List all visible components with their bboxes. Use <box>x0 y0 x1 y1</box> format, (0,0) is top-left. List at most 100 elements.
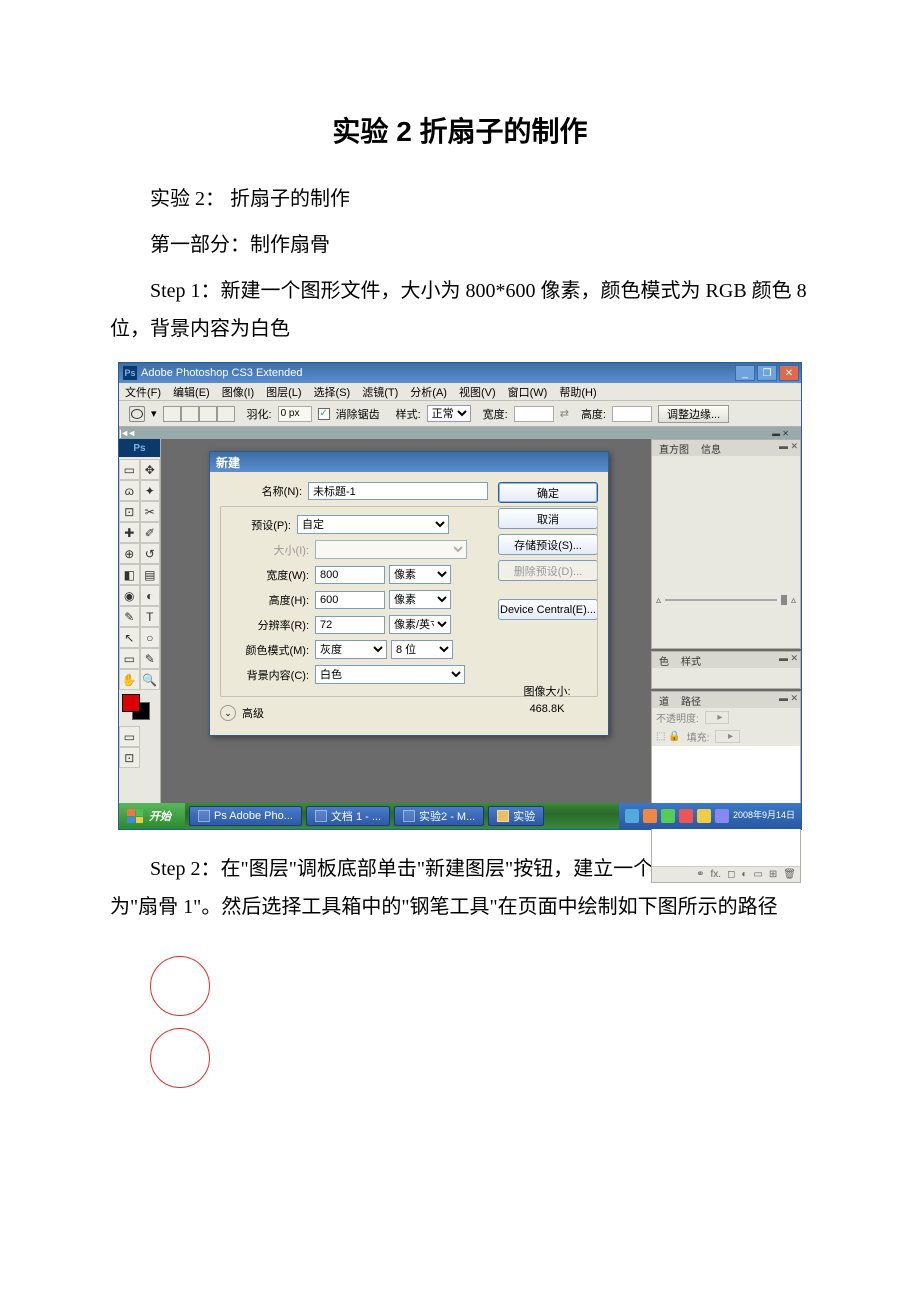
maximize-button[interactable]: ❐ <box>757 365 777 381</box>
taskbar-item-doc2[interactable]: 实验2 - M... <box>394 806 484 826</box>
menu-view[interactable]: 视图(V) <box>459 384 496 400</box>
crop-tool-icon[interactable]: ⊡ <box>119 501 140 522</box>
heal-tool-icon[interactable]: ✚ <box>119 522 140 543</box>
tab-channels[interactable]: 道 <box>656 693 672 708</box>
height-unit-select[interactable]: 像素 <box>389 590 451 609</box>
eraser-tool-icon[interactable]: ◧ <box>119 564 140 585</box>
menu-image[interactable]: 图像(I) <box>222 384 254 400</box>
eyedropper-icon[interactable]: ✎ <box>140 648 161 669</box>
path-tool-icon[interactable]: ↖ <box>119 627 140 648</box>
gradient-tool-icon[interactable]: ▤ <box>140 564 161 585</box>
tab-color[interactable]: 色 <box>656 653 672 668</box>
ok-button[interactable]: 确定 <box>498 482 598 503</box>
menu-file[interactable]: 文件(F) <box>125 384 161 400</box>
marquee-tool-icon[interactable]: ▭ <box>119 459 140 480</box>
tab-paths[interactable]: 路径 <box>678 693 704 708</box>
antialias-checkbox[interactable]: ✓ <box>318 408 330 420</box>
tab-histogram[interactable]: 直方图 <box>656 441 692 456</box>
new-layer-icon[interactable]: ⊞ <box>769 869 777 880</box>
width-unit-select[interactable]: 像素 <box>389 565 451 584</box>
tab-info[interactable]: 信息 <box>698 441 724 456</box>
selmode-int[interactable] <box>217 406 235 422</box>
menu-analysis[interactable]: 分析(A) <box>410 384 447 400</box>
start-button[interactable]: 开始 <box>119 803 185 829</box>
opacity-value[interactable]: ▸ <box>705 711 730 724</box>
zoom-slider[interactable]: ▵ ▵ <box>656 596 796 604</box>
tray-icon[interactable] <box>625 809 639 823</box>
screenmode-icon[interactable]: ⊡ <box>119 747 140 768</box>
history-brush-icon[interactable]: ↺ <box>140 543 161 564</box>
foreground-color[interactable] <box>122 694 140 712</box>
feather-input[interactable] <box>278 406 312 422</box>
lasso-tool-icon[interactable]: ɷ <box>119 480 140 501</box>
link-layers-icon[interactable]: ⚭ <box>696 869 704 880</box>
advanced-toggle[interactable]: ⌄ <box>220 705 236 721</box>
fill-value[interactable]: ▸ <box>715 730 740 743</box>
type-tool-icon[interactable]: T <box>140 606 161 627</box>
preset-select[interactable]: 自定 <box>297 515 449 534</box>
marquee-tool-icon[interactable] <box>129 406 145 422</box>
depth-select[interactable]: 8 位 <box>391 640 453 659</box>
height-input[interactable] <box>315 591 385 609</box>
lock-icons[interactable]: ⬚ 🔒 <box>656 731 681 742</box>
res-unit-select[interactable]: 像素/英寸 <box>389 615 451 634</box>
adjustment-icon[interactable]: ◐ <box>741 869 747 880</box>
tray-icon[interactable] <box>715 809 729 823</box>
mask-icon[interactable]: ◻ <box>727 869 735 880</box>
width-input[interactable] <box>315 566 385 584</box>
close-button[interactable]: ✕ <box>779 365 799 381</box>
zoom-tool-icon[interactable]: 🔍 <box>140 669 161 690</box>
stamp-tool-icon[interactable]: ⊕ <box>119 543 140 564</box>
quickmask-icon[interactable]: ▭ <box>119 726 140 747</box>
zoom-in-icon[interactable]: ▵ <box>791 595 796 606</box>
selmode-new[interactable] <box>163 406 181 422</box>
menu-edit[interactable]: 编辑(E) <box>173 384 210 400</box>
swap-icon[interactable]: ⇄ <box>560 407 569 420</box>
dodge-tool-icon[interactable]: ◐ <box>140 585 161 606</box>
selmode-sub[interactable] <box>199 406 217 422</box>
menu-layer[interactable]: 图层(L) <box>266 384 301 400</box>
menu-window[interactable]: 窗口(W) <box>508 384 548 400</box>
trash-icon[interactable]: 🗑 <box>783 869 796 880</box>
brush-tool-icon[interactable]: ✐ <box>140 522 161 543</box>
fx-icon[interactable]: fx. <box>711 869 722 880</box>
panel-close-icon[interactable]: ▬ ✕ <box>779 441 798 452</box>
tray-icon[interactable] <box>661 809 675 823</box>
move-tool-icon[interactable]: ✥ <box>140 459 161 480</box>
menu-help[interactable]: 帮助(H) <box>559 384 596 400</box>
tray-icon[interactable] <box>679 809 693 823</box>
menu-select[interactable]: 选择(S) <box>314 384 351 400</box>
panel-close-icon[interactable]: ▬ ✕ <box>779 693 798 704</box>
menu-filter[interactable]: 滤镜(T) <box>362 384 398 400</box>
dock-collapse-icon[interactable]: ▬ ✕ <box>772 429 789 438</box>
minimize-button[interactable]: _ <box>735 365 755 381</box>
refine-edge-button[interactable]: 调整边缘... <box>658 405 729 423</box>
tray-icon[interactable] <box>697 809 711 823</box>
taskbar-item-ps[interactable]: Ps Adobe Pho... <box>189 806 302 826</box>
hand-tool-icon[interactable]: ✋ <box>119 669 140 690</box>
panel-close-icon[interactable]: ▬ ✕ <box>779 653 798 664</box>
taskbar-item-folder[interactable]: 实验 <box>488 806 544 826</box>
group-icon[interactable]: ▭ <box>753 869 762 880</box>
mode-select[interactable]: 灰度 <box>315 640 387 659</box>
wand-tool-icon[interactable]: ✦ <box>140 480 161 501</box>
zoom-out-icon[interactable]: ▵ <box>656 595 661 606</box>
taskbar-item-doc1[interactable]: 文档 1 - ... <box>306 806 390 826</box>
res-input[interactable] <box>315 616 385 634</box>
bg-select[interactable]: 白色 <box>315 665 465 684</box>
name-input[interactable] <box>308 482 488 500</box>
tab-styles[interactable]: 样式 <box>678 653 704 668</box>
shape-tool-icon[interactable]: ○ <box>140 627 161 648</box>
style-select[interactable]: 正常 <box>427 405 471 422</box>
tray-icon[interactable] <box>643 809 657 823</box>
blur-tool-icon[interactable]: ◉ <box>119 585 140 606</box>
selmode-add[interactable] <box>181 406 199 422</box>
pen-tool-icon[interactable]: ✎ <box>119 606 140 627</box>
slice-tool-icon[interactable]: ✂ <box>140 501 161 522</box>
dock-handle[interactable]: || ◄◄ <box>119 428 134 438</box>
height-input[interactable] <box>612 406 652 422</box>
color-swatches[interactable] <box>119 694 160 720</box>
tool-dropdown-icon[interactable]: ▾ <box>151 407 157 420</box>
notes-tool-icon[interactable]: ▭ <box>119 648 140 669</box>
width-input[interactable] <box>514 406 554 422</box>
